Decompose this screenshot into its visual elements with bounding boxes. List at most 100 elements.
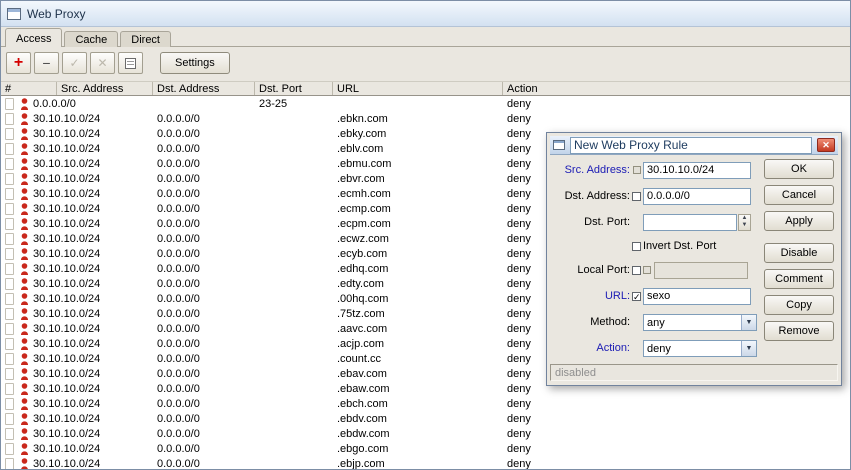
cell-dst-port: 23-25 [259,97,288,110]
table-row[interactable]: 30.10.10.0/24 0.0.0.0/0 .ebjp.com deny [1,456,850,469]
method-dropdown[interactable]: any ▼ [643,313,757,331]
dropdown-arrow-icon[interactable]: ▼ [741,314,756,330]
cell-url: .ecyb.com [337,247,388,260]
dst-port-input[interactable] [643,213,737,231]
row-select-box[interactable] [4,112,14,125]
row-select-box[interactable] [4,157,14,170]
tab-access[interactable]: Access [5,28,63,47]
col-action[interactable]: Action [503,82,850,95]
cell-action: deny [507,112,531,125]
cell-url: .acjp.com [337,337,385,350]
row-select-box[interactable] [4,442,14,455]
cell-src-address: 30.10.10.0/24 [33,412,101,425]
row-select-box[interactable] [4,292,14,305]
col-number[interactable]: # [1,82,57,95]
col-url[interactable]: URL [333,82,503,95]
row-select-box[interactable] [4,262,14,275]
cell-dst-address: 0.0.0.0/0 [157,292,200,305]
table-row[interactable]: 30.10.10.0/24 0.0.0.0/0 .ebdv.com deny [1,411,850,426]
row-select-box[interactable] [4,232,14,245]
row-select-box[interactable] [4,217,14,230]
row-select-box[interactable] [4,427,14,440]
col-dst-address[interactable]: Dst. Address [153,82,255,95]
enable-rule-button[interactable]: ✓ [62,52,87,74]
table-row[interactable]: 30.10.10.0/24 0.0.0.0/0 .ebkn.com deny [1,111,850,126]
row-select-box[interactable] [4,97,14,110]
spin-down-icon[interactable]: ▼ [739,222,750,230]
dialog-titlebar[interactable]: New Web Proxy Rule ✕ [550,136,838,155]
dropdown-arrow-icon[interactable]: ▼ [741,340,756,356]
cancel-button[interactable]: Cancel [764,185,834,205]
deny-rule-icon [21,397,28,410]
col-dst-port[interactable]: Dst. Port [255,82,333,95]
close-button[interactable]: ✕ [817,138,835,152]
cell-dst-address: 0.0.0.0/0 [157,232,200,245]
row-select-box[interactable] [4,277,14,290]
settings-button[interactable]: Settings [160,52,230,74]
cell-dst-address: 0.0.0.0/0 [157,337,200,350]
action-value: deny [647,342,671,355]
status-bar: disabled [550,364,838,381]
window-titlebar[interactable]: Web Proxy [1,1,850,27]
table-row[interactable]: 30.10.10.0/24 0.0.0.0/0 .ebdw.com deny [1,426,850,441]
row-select-box[interactable] [4,367,14,380]
comment-button[interactable] [118,52,143,74]
tab-direct[interactable]: Direct [120,31,171,47]
local-port-checkbox[interactable] [632,265,641,275]
cell-dst-address: 0.0.0.0/0 [157,427,200,440]
row-select-box[interactable] [4,322,14,335]
col-src-address[interactable]: Src. Address [57,82,153,95]
row-select-box[interactable] [4,247,14,260]
cell-dst-address: 0.0.0.0/0 [157,397,200,410]
row-select-box[interactable] [4,307,14,320]
cell-url: .ebgo.com [337,442,389,455]
cell-dst-address: 0.0.0.0/0 [157,247,200,260]
apply-button[interactable]: Apply [764,211,834,231]
row-select-box[interactable] [4,382,14,395]
remove-rule-button[interactable]: − [34,52,59,74]
cell-src-address: 30.10.10.0/24 [33,292,101,305]
row-select-box[interactable] [4,142,14,155]
comment-button[interactable]: Comment [764,269,834,289]
src-address-not-toggle[interactable] [632,166,641,174]
copy-button[interactable]: Copy [764,295,834,315]
table-row[interactable]: 30.10.10.0/24 0.0.0.0/0 .ebch.com deny [1,396,850,411]
deny-rule-icon [21,262,28,275]
add-rule-button[interactable]: + [6,52,31,74]
url-input[interactable] [643,287,751,305]
row-select-box[interactable] [4,352,14,365]
disable-rule-button[interactable]: ✕ [90,52,115,74]
remove-button[interactable]: Remove [764,321,834,341]
src-address-input[interactable] [643,161,751,179]
action-dropdown[interactable]: deny ▼ [643,339,757,357]
dst-address-checkbox[interactable] [632,191,641,201]
ok-button[interactable]: OK [764,159,834,179]
cell-src-address: 30.10.10.0/24 [33,112,101,125]
row-select-box[interactable] [4,412,14,425]
table-row[interactable]: 30.10.10.0/24 0.0.0.0/0 .ebgo.com deny [1,441,850,456]
table-row[interactable]: 0.0.0.0/0 23-25 deny [1,96,850,111]
row-select-box[interactable] [4,337,14,350]
row-select-box[interactable] [4,202,14,215]
cell-src-address: 30.10.10.0/24 [33,232,101,245]
url-checkbox[interactable]: ✓ [632,291,641,301]
row-select-box[interactable] [4,172,14,185]
dialog-title: New Web Proxy Rule [570,136,812,154]
deny-rule-icon [21,337,28,350]
cross-icon: ✕ [97,56,108,70]
tab-cache[interactable]: Cache [64,31,119,47]
row-select-box[interactable] [4,187,14,200]
deny-rule-icon [21,127,28,140]
row-select-box[interactable] [4,397,14,410]
disable-button[interactable]: Disable [764,243,834,263]
cell-dst-address: 0.0.0.0/0 [157,322,200,335]
spin-up-icon[interactable]: ▲ [739,215,750,223]
local-port-not-toggle[interactable] [643,266,651,274]
dst-address-input[interactable] [643,187,751,205]
cell-url: .ebvr.com [337,172,385,185]
cell-url: .count.cc [337,352,382,365]
row-select-box[interactable] [4,127,14,140]
invert-dst-port-checkbox[interactable] [632,241,641,251]
dst-port-spinner[interactable]: ▲ ▼ [738,213,751,231]
row-select-box[interactable] [4,457,14,469]
